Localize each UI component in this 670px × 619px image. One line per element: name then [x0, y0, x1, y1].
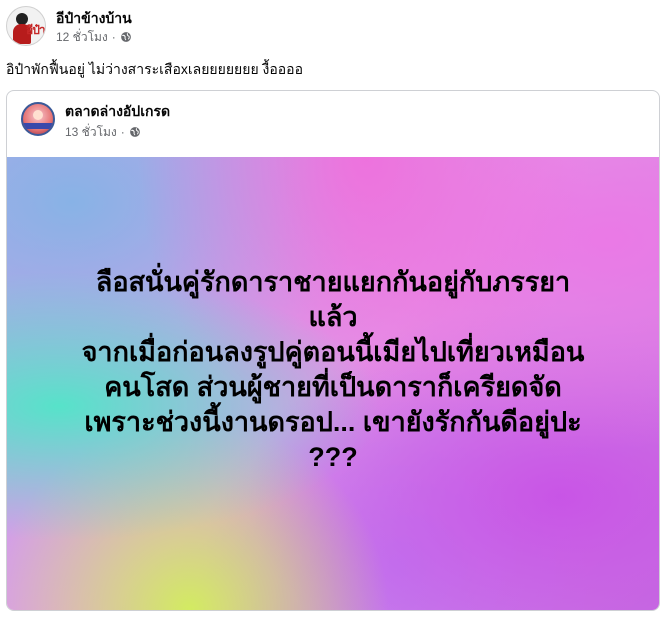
- post-timestamp[interactable]: 12 ชั่วโมง: [56, 29, 108, 45]
- globe-icon[interactable]: [129, 126, 141, 138]
- image-text-line: คนโสด ส่วนผู้ชายที่เป็นดาราก็เครียดจัด: [104, 372, 562, 402]
- author-name[interactable]: อีป๋าข้างบ้าน: [56, 9, 132, 27]
- post-image[interactable]: ลือสนั่นคู่รักดาราชายแยกกันอยู่กับภรรยา …: [7, 157, 659, 610]
- image-text-line: แล้ว: [308, 302, 358, 332]
- shared-post-meta: ตลาดล่างอัปเกรด 13 ชั่วโมง ·: [65, 102, 170, 140]
- image-text: ลือสนั่นคู่รักดาราชายแยกกันอยู่กับภรรยา …: [7, 265, 659, 475]
- image-text-line: ลือสนั่นคู่รักดาราชายแยกกันอยู่กับภรรยา: [95, 267, 571, 297]
- shared-post-header: ตลาดล่างอัปเกรด 13 ชั่วโมง ·: [21, 102, 170, 140]
- post-header: อีป๋า อีป๋าข้างบ้าน 12 ชั่วโมง ·: [6, 6, 132, 46]
- image-text-line: ???: [308, 442, 358, 472]
- image-text-line: เพราะช่วงนี้งานดรอป... เขายังรักกันดีอยู…: [84, 407, 582, 437]
- shared-post-timestamp[interactable]: 13 ชั่วโมง: [65, 124, 117, 140]
- post-meta: อีป๋าข้างบ้าน 12 ชั่วโมง ·: [56, 9, 132, 45]
- post-caption: อิป๋าพักฟื้นอยู่ ไม่ว่างสาระเสือxเลยยยยย…: [6, 61, 304, 77]
- separator-dot: ·: [111, 30, 116, 44]
- separator-dot: ·: [120, 125, 125, 139]
- globe-icon[interactable]: [120, 31, 132, 43]
- page-logo-icon[interactable]: อีป๋า: [6, 6, 46, 46]
- page-avatar-icon[interactable]: [21, 102, 55, 136]
- image-text-line: จากเมื่อก่อนลงรูปคู่ตอนนี้เมียไปเที่ยวเห…: [81, 337, 585, 367]
- post-subline: 12 ชั่วโมง ·: [56, 29, 132, 45]
- shared-post-card[interactable]: ตลาดล่างอัปเกรด 13 ชั่วโมง · ลือสนั่นคู่…: [6, 90, 660, 611]
- shared-author-name[interactable]: ตลาดล่างอัปเกรด: [65, 102, 170, 120]
- shared-post-subline: 13 ชั่วโมง ·: [65, 124, 170, 140]
